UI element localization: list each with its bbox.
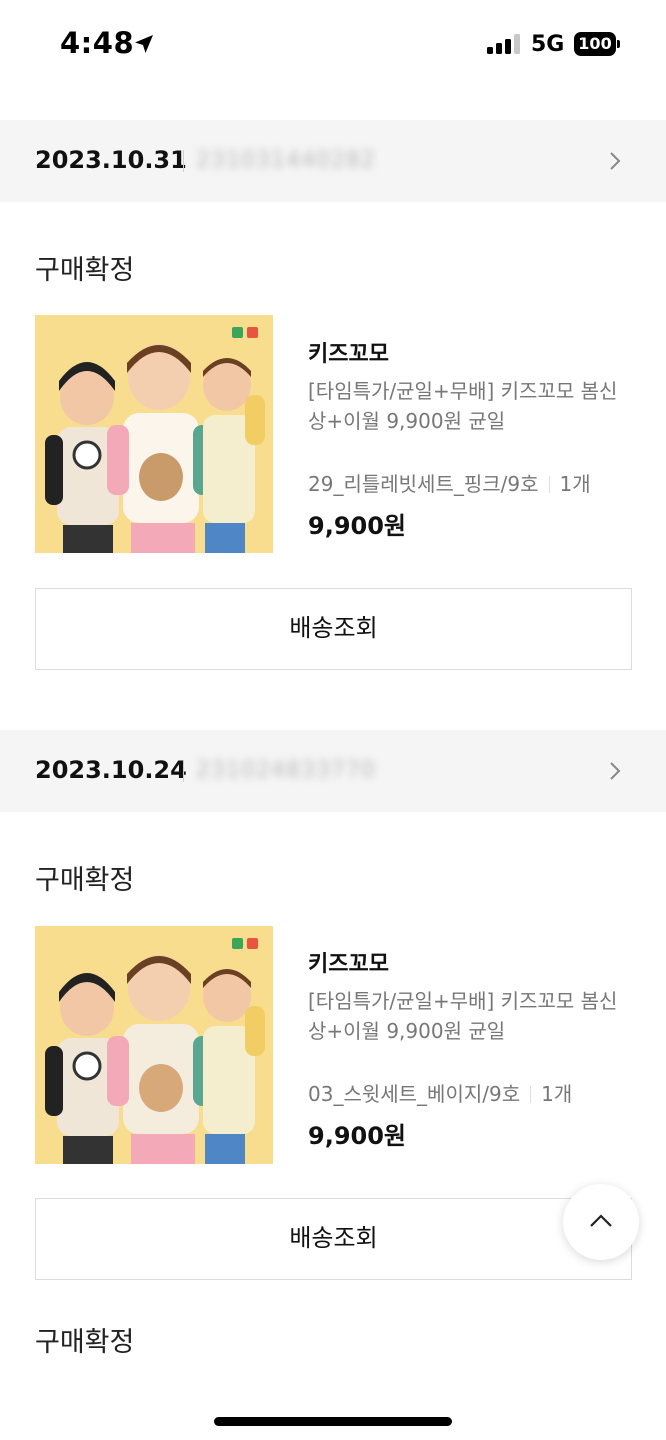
divider — [183, 760, 184, 782]
order-date: 2023.10.31 — [35, 146, 187, 174]
product-image[interactable] — [35, 315, 273, 553]
home-indicator[interactable] — [214, 1417, 452, 1426]
order-number: 231024833770 — [196, 758, 376, 783]
track-delivery-button[interactable]: 배송조회 — [35, 588, 632, 670]
track-delivery-button[interactable]: 배송조회 — [35, 1198, 632, 1280]
order-header[interactable]: 2023.10.24 231024833770 — [0, 730, 666, 812]
status-bar: 4:48 5G 100 — [0, 0, 666, 90]
quantity: 1개 — [559, 472, 591, 496]
option-text: 29_리틀레빗세트_핑크/9호 — [308, 472, 539, 496]
option-text: 03_스윗세트_베이지/9호 — [308, 1082, 521, 1106]
brand-name: 키즈꼬모 — [308, 342, 389, 367]
battery-tip — [617, 40, 620, 48]
product-name[interactable]: [타임특가/균일+무배] 키즈꼬모 봄신상+이월 9,900원 균일 — [308, 376, 633, 436]
battery-level: 100 — [574, 32, 616, 56]
kids-photo-illustration — [35, 315, 273, 553]
chevron-up-icon — [590, 1214, 612, 1227]
order-number: 231031440282 — [196, 148, 376, 173]
product-name[interactable]: [타임특가/균일+무배] 키즈꼬모 봄신상+이월 9,900원 균일 — [308, 986, 633, 1046]
location-arrow-icon — [135, 35, 153, 53]
price: 9,900원 — [308, 512, 406, 540]
order-status: 구매확정 — [35, 865, 135, 896]
order-header[interactable]: 2023.10.31 231031440282 — [0, 120, 666, 202]
signal-icon — [487, 34, 520, 54]
battery-icon: 100 — [574, 32, 620, 56]
chevron-right-icon[interactable] — [604, 759, 626, 783]
product-option: 29_리틀레빗세트_핑크/9호 1개 — [308, 468, 591, 497]
network-type: 5G — [531, 32, 565, 57]
scroll-to-top-button[interactable] — [563, 1184, 639, 1260]
price: 9,900원 — [308, 1122, 406, 1150]
order-status: 구매확정 — [35, 255, 135, 286]
chevron-right-icon[interactable] — [604, 149, 626, 173]
order-status: 구매확정 — [35, 1327, 135, 1358]
product-option: 03_스윗세트_베이지/9호 1개 — [308, 1078, 572, 1107]
quantity: 1개 — [541, 1082, 573, 1106]
divider — [530, 1086, 532, 1103]
product-image[interactable] — [35, 926, 273, 1164]
divider — [548, 476, 550, 493]
divider — [183, 150, 184, 172]
clock: 4:48 — [60, 26, 135, 60]
order-date: 2023.10.24 — [35, 756, 187, 784]
brand-name: 키즈꼬모 — [308, 952, 389, 977]
kids-photo-illustration — [35, 926, 273, 1164]
